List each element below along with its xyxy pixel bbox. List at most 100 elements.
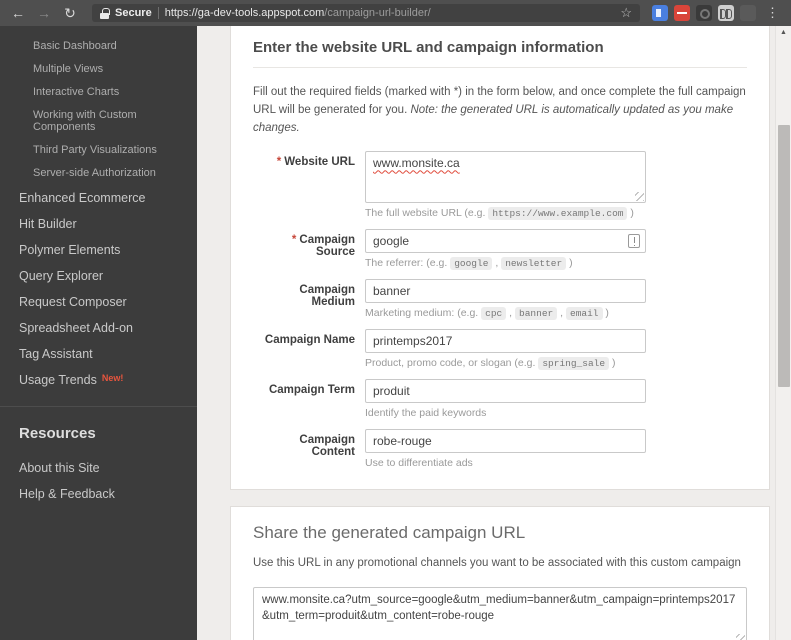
- field-helper-text: The referrer: (e.g. google , newsletter …: [365, 257, 646, 269]
- sidebar-item[interactable]: Hit Builder: [0, 212, 197, 236]
- form-field-row: Campaign Name printemps2017 Product, pro…: [253, 329, 747, 369]
- text-input[interactable]: printemps2017: [365, 329, 646, 353]
- sidebar-item[interactable]: Request Composer: [0, 290, 197, 314]
- helper-text: ,: [557, 307, 566, 319]
- extension-icon-dim[interactable]: [740, 5, 756, 21]
- url-path: /campaign-url-builder/: [324, 7, 430, 19]
- heading-rule: [253, 67, 747, 68]
- input-value: google: [373, 234, 409, 248]
- url-bar[interactable]: Secure https://ga-dev-tools.appspot.com/…: [92, 4, 640, 22]
- text-input[interactable]: robe-rouge: [365, 429, 646, 453]
- text-input[interactable]: google: [365, 229, 646, 253]
- campaign-form-card: Enter the website URL and campaign infor…: [230, 26, 770, 490]
- helper-code-chip: newsletter: [501, 257, 566, 270]
- back-icon[interactable]: ←: [8, 6, 28, 20]
- field-label-text: Campaign Source: [299, 234, 355, 258]
- campaign-form: *Website URL www.monsite.ca The full web…: [253, 151, 747, 469]
- extension-icon-blue[interactable]: [652, 5, 668, 21]
- new-badge: New!: [102, 373, 124, 383]
- sidebar-item[interactable]: Working with Custom Components: [0, 105, 197, 137]
- field-label-text: Campaign Term: [269, 384, 355, 396]
- helper-code-chip: email: [566, 307, 603, 320]
- form-field-row: Campaign Medium banner Marketing medium:…: [253, 279, 747, 319]
- sidebar-resource-items: About this SiteHelp & Feedback: [0, 456, 197, 506]
- helper-text: ,: [492, 257, 501, 269]
- form-field-row: *Website URL www.monsite.ca The full web…: [253, 151, 747, 219]
- sidebar-divider: [0, 406, 197, 407]
- resources-heading: Resources: [0, 423, 197, 444]
- page-scrollbar[interactable]: ▲: [775, 26, 791, 640]
- settings-gear-icon[interactable]: [696, 5, 712, 21]
- browser-toolbar: ← → ↻ Secure https://ga-dev-tools.appspo…: [0, 0, 791, 26]
- field-helper-text: Product, promo code, or slogan (e.g. spr…: [365, 357, 646, 369]
- helper-text: Identify the paid keywords: [365, 407, 486, 419]
- sidebar-item[interactable]: Enhanced Ecommerce: [0, 186, 197, 210]
- helper-text: Product, promo code, or slogan (e.g.: [365, 357, 538, 369]
- url-host: https://ga-dev-tools.appspot.com: [165, 7, 325, 19]
- generated-url-field[interactable]: www.monsite.ca?utm_source=google&utm_med…: [253, 587, 747, 640]
- field-control: www.monsite.ca The full website URL (e.g…: [365, 151, 646, 219]
- sidebar-item[interactable]: Query Explorer: [0, 264, 197, 288]
- text-input[interactable]: banner: [365, 279, 646, 303]
- field-label: Campaign Name: [253, 329, 365, 369]
- autofill-extension-icon[interactable]: [628, 234, 640, 248]
- extension-icon-dp[interactable]: [718, 5, 734, 21]
- helper-text: ): [609, 357, 615, 369]
- field-label-text: Campaign Content: [299, 434, 355, 458]
- helper-text: ,: [506, 307, 515, 319]
- refresh-icon[interactable]: ↻: [60, 6, 80, 20]
- address-text[interactable]: https://ga-dev-tools.appspot.com/campaig…: [165, 7, 615, 19]
- helper-text: ): [603, 307, 609, 319]
- sidebar-item[interactable]: Server-side Authorization: [0, 163, 197, 183]
- extension-icon-red[interactable]: [674, 5, 690, 21]
- sidebar-item[interactable]: Multiple Views: [0, 59, 197, 79]
- helper-text: Use to differentiate ads: [365, 457, 473, 469]
- helper-code-chip: spring_sale: [538, 357, 609, 370]
- form-field-row: *Campaign Source google The referrer: (e…: [253, 229, 747, 269]
- field-label: Campaign Content: [253, 429, 365, 469]
- helper-text: The full website URL (e.g.: [365, 207, 488, 219]
- scrollbar-thumb[interactable]: [778, 125, 790, 387]
- field-label: *Website URL: [253, 151, 365, 219]
- bookmark-star-icon[interactable]: ☆: [620, 5, 632, 21]
- form-card-title: Enter the website URL and campaign infor…: [253, 36, 747, 56]
- sidebar-item[interactable]: About this Site: [0, 456, 197, 480]
- field-control: google The referrer: (e.g. google , news…: [365, 229, 646, 269]
- field-control: robe-rouge Use to differentiate ads: [365, 429, 646, 469]
- field-label: *Campaign Source: [253, 229, 365, 269]
- forward-icon[interactable]: →: [34, 6, 54, 20]
- share-url-card: Share the generated campaign URL Use thi…: [230, 506, 770, 640]
- browser-menu-icon[interactable]: ⋮: [762, 5, 783, 21]
- sidebar-item[interactable]: Help & Feedback: [0, 482, 197, 506]
- share-card-title: Share the generated campaign URL: [253, 523, 747, 543]
- helper-text: ): [566, 257, 572, 269]
- form-field-row: Campaign Content robe-rouge Use to diffe…: [253, 429, 747, 469]
- form-field-row: Campaign Term produit Identify the paid …: [253, 379, 747, 419]
- sidebar-item[interactable]: Tag Assistant: [0, 342, 197, 366]
- text-input[interactable]: produit: [365, 379, 646, 403]
- resize-handle-icon[interactable]: [736, 634, 745, 640]
- helper-code-chip: banner: [515, 307, 557, 320]
- scroll-up-icon[interactable]: ▲: [776, 26, 791, 40]
- sidebar-item[interactable]: Usage TrendsNew!: [0, 368, 197, 392]
- sidebar-main-items: Enhanced EcommerceHit BuilderPolymer Ele…: [0, 186, 197, 392]
- resize-handle-icon[interactable]: [635, 192, 644, 201]
- sidebar-item[interactable]: Polymer Elements: [0, 238, 197, 262]
- generated-url-value: www.monsite.ca?utm_source=google&utm_med…: [262, 594, 735, 622]
- main-content: Enter the website URL and campaign infor…: [197, 26, 791, 640]
- sidebar-item[interactable]: Interactive Charts: [0, 82, 197, 102]
- field-helper-text: Identify the paid keywords: [365, 407, 646, 419]
- sidebar-item[interactable]: Basic Dashboard: [0, 36, 197, 56]
- helper-code-chip: https://www.example.com: [488, 207, 627, 220]
- field-label-text: Website URL: [284, 156, 355, 168]
- field-label-text: Campaign Name: [265, 334, 355, 346]
- helper-text: ): [627, 207, 633, 219]
- field-control: produit Identify the paid keywords: [365, 379, 646, 419]
- sidebar-item[interactable]: Third Party Visualizations: [0, 140, 197, 160]
- text-input[interactable]: www.monsite.ca: [365, 151, 646, 203]
- field-label: Campaign Term: [253, 379, 365, 419]
- field-control: printemps2017 Product, promo code, or sl…: [365, 329, 646, 369]
- sidebar-item[interactable]: Spreadsheet Add-on: [0, 316, 197, 340]
- field-helper-text: Use to differentiate ads: [365, 457, 646, 469]
- field-label-text: Campaign Medium: [299, 284, 355, 308]
